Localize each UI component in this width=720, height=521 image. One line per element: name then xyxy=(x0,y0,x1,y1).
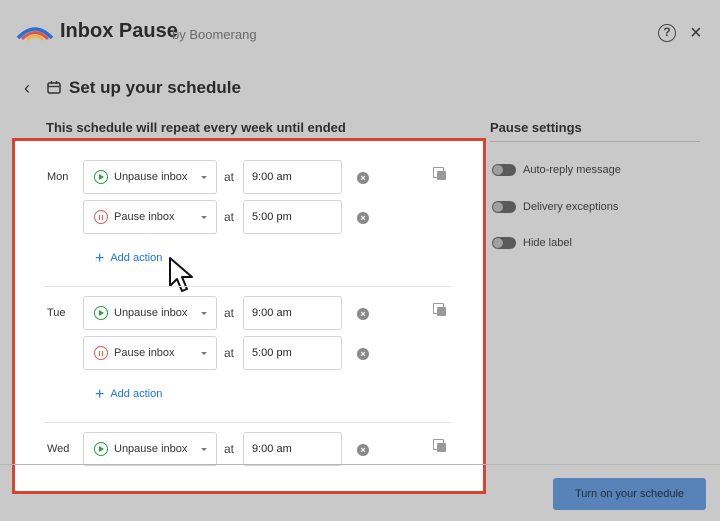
app-byline: by Boomerang xyxy=(172,27,257,42)
at-label: at xyxy=(224,346,235,360)
chevron-down-icon xyxy=(201,176,207,179)
action-select[interactable]: Pause inbox xyxy=(83,200,217,234)
copy-day-icon[interactable] xyxy=(433,439,447,453)
remove-action-icon[interactable]: × xyxy=(357,348,369,360)
close-icon[interactable]: × xyxy=(690,22,702,45)
add-action-link[interactable]: + Add action xyxy=(95,249,163,267)
action-select[interactable]: Unpause inbox xyxy=(83,160,217,194)
chevron-down-icon xyxy=(201,352,207,355)
app-header: Inbox Pause by Boomerang ? × xyxy=(0,0,720,66)
schedule-subtitle: This schedule will repeat every week unt… xyxy=(46,120,346,135)
boomerang-logo xyxy=(16,27,54,41)
footer-divider xyxy=(0,464,720,465)
app-title: Inbox Pause xyxy=(60,20,178,42)
schedule-panel: Mon Unpause inbox at 9:00 am × Pause inb… xyxy=(12,138,486,494)
page-title: Set up your schedule xyxy=(69,78,241,97)
chevron-down-icon xyxy=(201,448,207,451)
action-option: Pause inbox xyxy=(114,347,175,359)
plus-icon: + xyxy=(95,249,105,267)
hide-label-toggle[interactable] xyxy=(492,237,516,249)
app-window: Inbox Pause by Boomerang ? × ‹ Set up yo… xyxy=(0,0,720,521)
action-option: Unpause inbox xyxy=(114,171,188,183)
pause-settings-title: Pause settings xyxy=(490,120,582,135)
at-label: at xyxy=(224,306,235,320)
chevron-down-icon xyxy=(201,312,207,315)
time-input[interactable]: 5:00 pm xyxy=(243,200,342,234)
time-input[interactable]: 9:00 am xyxy=(243,432,342,466)
day-label-mon: Mon xyxy=(47,171,69,183)
copy-day-icon[interactable] xyxy=(433,167,447,181)
setting-hide-label: Hide label xyxy=(492,234,572,252)
time-input[interactable]: 9:00 am xyxy=(243,296,342,330)
remove-action-icon[interactable]: × xyxy=(357,308,369,320)
action-select[interactable]: Pause inbox xyxy=(83,336,217,370)
day-divider xyxy=(43,286,451,287)
remove-action-icon[interactable]: × xyxy=(357,172,369,184)
time-input[interactable]: 9:00 am xyxy=(243,160,342,194)
setting-label: Delivery exceptions xyxy=(523,201,619,213)
add-action-label: Add action xyxy=(110,252,163,264)
action-select[interactable]: Unpause inbox xyxy=(83,296,217,330)
help-circle-icon[interactable]: ? xyxy=(658,24,676,42)
play-circle-icon xyxy=(94,170,108,184)
play-circle-icon xyxy=(94,442,108,456)
time-input[interactable]: 5:00 pm xyxy=(243,336,342,370)
pause-circle-icon xyxy=(94,346,108,360)
at-label: at xyxy=(224,210,235,224)
at-label: at xyxy=(224,170,235,184)
action-option: Pause inbox xyxy=(114,211,175,223)
day-label-tue: Tue xyxy=(47,307,66,319)
setting-auto-reply: Auto-reply message xyxy=(492,161,621,179)
turn-on-schedule-button[interactable]: Turn on your schedule xyxy=(553,478,706,510)
at-label: at xyxy=(224,442,235,456)
day-label-wed: Wed xyxy=(47,443,70,455)
chevron-down-icon xyxy=(201,216,207,219)
remove-action-icon[interactable]: × xyxy=(357,212,369,224)
plus-icon: + xyxy=(95,385,105,403)
add-action-label: Add action xyxy=(110,388,163,400)
action-option: Unpause inbox xyxy=(114,307,188,319)
remove-action-icon[interactable]: × xyxy=(357,444,369,456)
add-action-link[interactable]: + Add action xyxy=(95,385,163,403)
setting-label: Auto-reply message xyxy=(523,164,621,176)
setting-delivery-exceptions: Delivery exceptions xyxy=(492,198,618,216)
mouse-pointer-icon xyxy=(169,257,193,292)
auto-reply-toggle[interactable] xyxy=(492,164,516,176)
setting-label: Hide label xyxy=(523,237,572,249)
delivery-exceptions-toggle[interactable] xyxy=(492,201,516,213)
day-divider xyxy=(43,422,451,423)
back-arrow-icon[interactable]: ‹ xyxy=(24,78,30,99)
action-option: Unpause inbox xyxy=(114,443,188,455)
action-select[interactable]: Unpause inbox xyxy=(83,432,217,466)
pause-settings-divider xyxy=(490,141,700,142)
pause-circle-icon xyxy=(94,210,108,224)
calendar-lock-icon xyxy=(47,81,61,94)
play-circle-icon xyxy=(94,306,108,320)
copy-day-icon[interactable] xyxy=(433,303,447,317)
